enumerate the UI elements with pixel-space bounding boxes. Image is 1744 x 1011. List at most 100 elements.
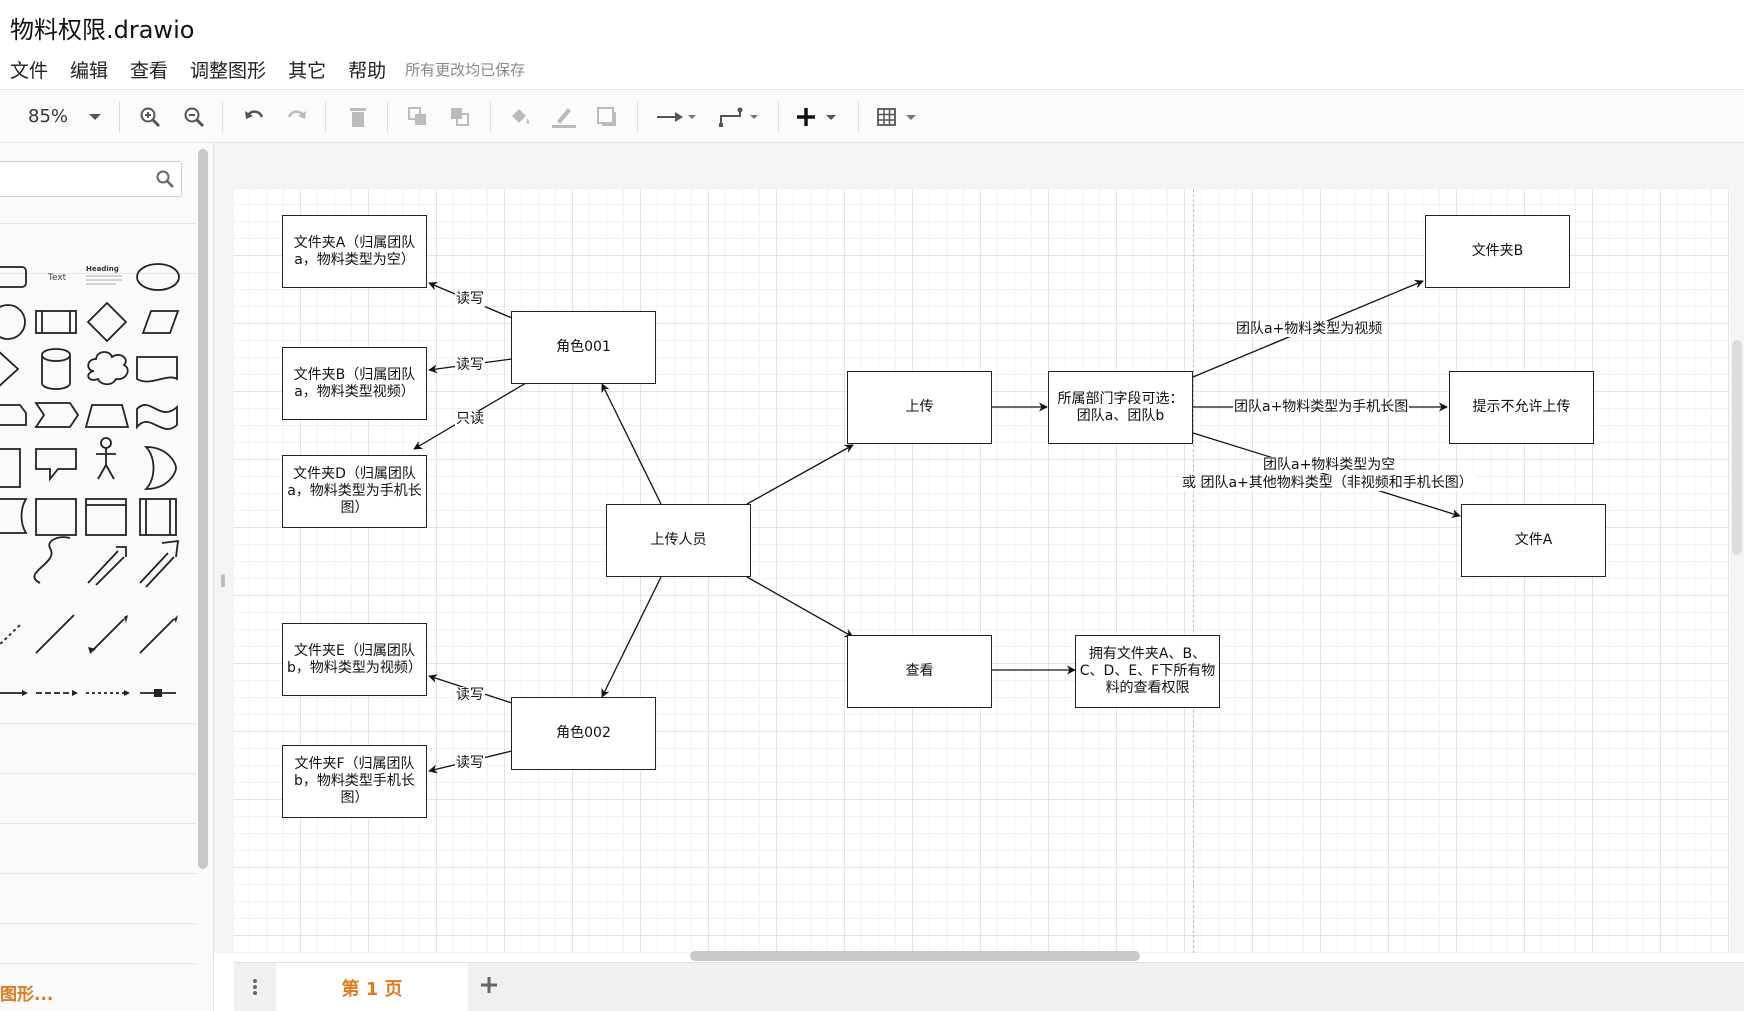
menu-help[interactable]: 帮助 <box>337 56 397 83</box>
diamond-shape[interactable] <box>86 301 128 343</box>
canvas-horizontal-scrollbar[interactable] <box>690 951 1140 961</box>
edge-label-other-type[interactable]: 或 团队a+其他物料类型（非视频和手机长图） <box>1181 475 1474 491</box>
edge-uploader-role002[interactable] <box>601 576 662 698</box>
line-color-icon[interactable] <box>549 90 579 144</box>
zoom-level[interactable]: 85% <box>28 90 68 144</box>
text-shape[interactable]: Text <box>47 273 67 283</box>
edge-label-read-only[interactable]: 只读 <box>455 411 485 427</box>
step-shape[interactable] <box>34 402 80 428</box>
trapezoid-shape[interactable] <box>84 404 130 428</box>
menu-view[interactable]: 查看 <box>119 56 179 83</box>
curve-shape[interactable] <box>33 536 71 584</box>
edge-label-read-write-f[interactable]: 读写 <box>455 755 485 771</box>
sidebar-divider <box>0 963 196 964</box>
edge-label-empty-type[interactable]: 团队a+物料类型为空 <box>1262 457 1397 473</box>
menu-arrange[interactable]: 调整图形 <box>179 56 277 83</box>
menu-file[interactable]: 文件 <box>0 56 59 83</box>
edge-label-video[interactable]: 团队a+物料类型为视频 <box>1235 321 1384 337</box>
menu-edit[interactable]: 编辑 <box>59 56 119 83</box>
upload-node[interactable]: 上传 <box>847 371 992 444</box>
drawio-app: 物料权限.drawio 文件 编辑 查看 调整图形 其它 帮助 所有更改均已保存… <box>0 0 1744 1011</box>
toolbar-divider <box>325 102 326 132</box>
page-menu-icon[interactable] <box>251 977 259 1001</box>
folder-d-node[interactable]: 文件夹D（归属团队a，物料类型为手机长图） <box>282 455 427 528</box>
heading-shape[interactable]: Heading <box>86 265 119 273</box>
folder-a-node[interactable]: 文件夹A（归属团队a，物料类型为空） <box>282 215 427 288</box>
waypoints-icon[interactable] <box>717 90 763 144</box>
add-page-icon[interactable] <box>478 974 500 1000</box>
or-shape[interactable] <box>143 446 177 490</box>
folder-f-node[interactable]: 文件夹F（归属团队b，物料类型手机长图） <box>282 745 427 818</box>
card-shape[interactable] <box>0 404 27 426</box>
sidebar-splitter[interactable]: ‖ <box>214 143 234 953</box>
cylinder-shape[interactable] <box>41 348 71 390</box>
zoom-in-icon[interactable] <box>136 90 164 144</box>
save-status: 所有更改均已保存 <box>405 60 526 79</box>
delete-icon[interactable] <box>344 90 372 144</box>
tab-page-1[interactable]: 第 1 页 <box>276 963 468 1011</box>
double-arrow-line-shape[interactable] <box>89 618 125 654</box>
bidirectional-arrow-shape[interactable] <box>87 546 127 586</box>
edge-uploader-upload[interactable] <box>746 444 854 505</box>
document-shape[interactable] <box>136 356 178 383</box>
undo-icon[interactable] <box>240 90 268 144</box>
edge-label-long-image[interactable]: 团队a+物料类型为手机长图 <box>1233 399 1410 415</box>
uploader-node[interactable]: 上传人员 <box>606 504 751 577</box>
zoom-dropdown-chevron-down-icon[interactable] <box>84 90 106 144</box>
triangle-shape[interactable] <box>0 349 20 389</box>
fill-color-icon[interactable] <box>506 90 534 144</box>
dashed-line-shape[interactable] <box>0 624 21 648</box>
more-shapes-link[interactable]: 图形... <box>0 980 53 1005</box>
view-node[interactable]: 查看 <box>847 635 992 708</box>
diagram-canvas[interactable]: 文件夹A（归属团队a，物料类型为空） 文件夹B（归属团队a，物料类型视频） 文件… <box>234 143 1744 953</box>
menu-bar: 文件 编辑 查看 调整图形 其它 帮助 所有更改均已保存 <box>0 52 525 86</box>
square-shape[interactable] <box>35 498 77 536</box>
directional-line-shape[interactable] <box>139 618 175 654</box>
to-front-icon[interactable] <box>404 90 432 144</box>
sidebar-divider <box>0 923 196 924</box>
role-002-node[interactable]: 角色002 <box>511 697 656 770</box>
callout-shape[interactable] <box>35 448 77 482</box>
zoom-out-icon[interactable] <box>180 90 208 144</box>
sidebar-scrollbar[interactable] <box>198 149 208 869</box>
delay-shape[interactable] <box>0 498 28 534</box>
menu-extras[interactable]: 其它 <box>277 56 337 83</box>
rounded-rectangle-shape[interactable] <box>0 266 27 288</box>
splitter-grip-icon[interactable]: ‖ <box>220 573 226 587</box>
folder-b-left-node[interactable]: 文件夹B（归属团队a，物料类型视频） <box>282 347 427 420</box>
redo-icon[interactable] <box>283 90 311 144</box>
folder-e-node[interactable]: 文件夹E（归属团队b，物料类型为视频） <box>282 623 427 696</box>
edge-label-read-write-b[interactable]: 读写 <box>455 357 485 373</box>
dept-select-node[interactable]: 所属部门字段可选：团队a、团队b <box>1048 371 1193 444</box>
rectangle-shape[interactable] <box>0 448 21 488</box>
edge-label-read-write-e[interactable]: 读写 <box>455 687 485 703</box>
no-upload-node[interactable]: 提示不允许上传 <box>1449 371 1594 444</box>
edge-uploader-view[interactable] <box>746 576 854 638</box>
role-001-node[interactable]: 角色001 <box>511 311 656 384</box>
actor-shape[interactable] <box>100 437 112 449</box>
view-permission-node[interactable]: 拥有文件夹A、B、C、D、E、F下所有物料的查看权限 <box>1075 635 1220 708</box>
document-title[interactable]: 物料权限.drawio <box>10 10 194 45</box>
cloud-shape[interactable] <box>87 351 129 386</box>
toolbar-divider <box>858 102 859 132</box>
canvas-vertical-scrollbar[interactable] <box>1732 340 1742 555</box>
arrow-shape[interactable] <box>139 539 180 588</box>
table-icon[interactable] <box>875 90 923 144</box>
tape-shape[interactable] <box>136 404 178 430</box>
to-back-icon[interactable] <box>446 90 474 144</box>
file-a-node[interactable]: 文件A <box>1461 504 1606 577</box>
ellipse-shape[interactable] <box>136 263 180 291</box>
line-shape[interactable] <box>35 614 75 654</box>
edge-label-read-write-a[interactable]: 读写 <box>455 291 485 307</box>
insert-plus-icon[interactable] <box>795 90 843 144</box>
parallelogram-shape[interactable] <box>141 310 180 334</box>
toolbar-divider <box>119 102 120 132</box>
connection-icon[interactable] <box>654 90 700 144</box>
general-shapes-palette: Text Heading <box>0 263 180 697</box>
toolbar-divider <box>490 102 491 132</box>
page-tabs-bar: 第 1 页 <box>234 962 1744 1011</box>
folder-b-right-node[interactable]: 文件夹B <box>1425 215 1570 288</box>
edge-uploader-role001[interactable] <box>601 383 662 505</box>
circle-shape[interactable] <box>0 304 26 340</box>
shadow-icon[interactable] <box>593 90 621 144</box>
